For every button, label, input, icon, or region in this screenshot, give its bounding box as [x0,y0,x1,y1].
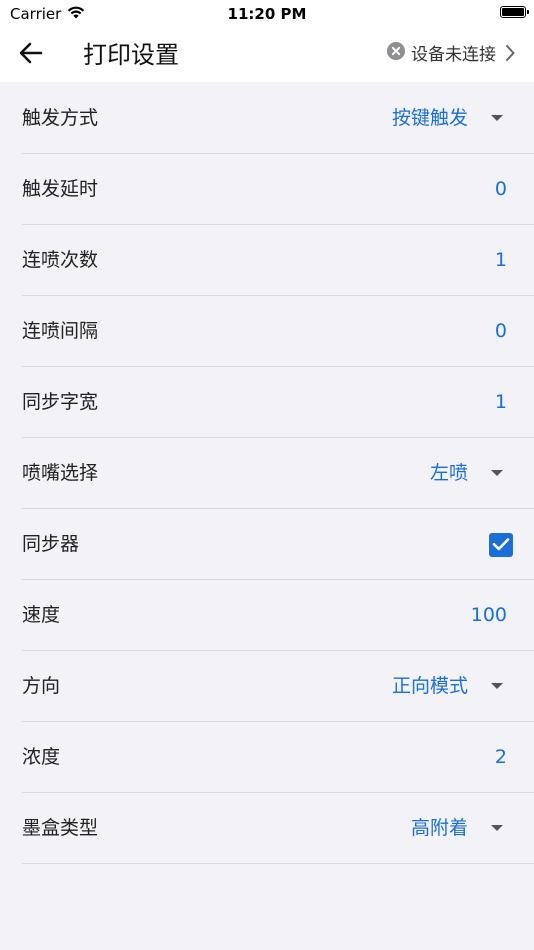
setting-synchronizer[interactable]: 同步器 [0,509,534,580]
settings-list: 触发方式 按键触发 触发延时 0 连喷次数 1 连喷间隔 0 同步字宽 1 喷嘴… [0,83,534,864]
caret-down-icon [491,825,503,831]
setting-speed[interactable]: 速度 100 [0,580,534,651]
device-status-chevron[interactable] [500,44,520,66]
setting-sync-char-width[interactable]: 同步字宽 1 [0,367,534,438]
setting-label: 同步器 [22,533,80,555]
setting-label: 连喷间隔 [22,320,99,342]
disconnected-icon [387,42,405,68]
setting-value: 1 [494,249,507,271]
setting-nozzle-select[interactable]: 喷嘴选择 左喷 [0,438,534,509]
setting-value: 100 [470,604,507,626]
setting-burst-interval[interactable]: 连喷间隔 0 [0,296,534,367]
setting-label: 方向 [22,675,61,697]
setting-label: 速度 [22,604,61,626]
setting-label: 触发延时 [22,178,99,200]
divider [22,863,534,864]
setting-trigger-mode[interactable]: 触发方式 按键触发 [0,83,534,154]
setting-burst-count[interactable]: 连喷次数 1 [0,225,534,296]
page-title: 打印设置 [83,41,179,69]
setting-value: 正向模式 [391,675,468,697]
check-icon [492,536,510,555]
status-bar: Carrier 11:20 PM [0,0,534,28]
status-time: 11:20 PM [227,5,307,23]
caret-down-icon [491,683,503,689]
chevron-right-icon [504,44,516,66]
setting-trigger-delay[interactable]: 触发延时 0 [0,154,534,225]
setting-direction[interactable]: 方向 正向模式 [0,651,534,722]
setting-value: 高附着 [410,817,468,839]
device-status-label: 设备未连接 [411,45,496,65]
setting-value: 按键触发 [391,107,468,129]
setting-value: 左喷 [429,462,468,484]
device-status[interactable]: 设备未连接 [387,42,496,68]
setting-density[interactable]: 浓度 2 [0,722,534,793]
setting-value: 1 [494,391,507,413]
setting-value: 0 [494,320,507,342]
battery-icon [500,6,529,18]
back-button[interactable] [14,39,48,71]
app-bar: 打印设置 设备未连接 [0,28,534,82]
synchronizer-checkbox[interactable] [489,533,513,557]
caret-down-icon [491,115,503,121]
setting-label: 墨盒类型 [22,817,99,839]
setting-cartridge-type[interactable]: 墨盒类型 高附着 [0,793,534,864]
setting-label: 同步字宽 [22,391,99,413]
setting-value: 0 [494,178,507,200]
setting-label: 喷嘴选择 [22,462,99,484]
caret-down-icon [491,470,503,476]
arrow-left-icon [19,42,43,68]
setting-label: 触发方式 [22,107,99,129]
setting-label: 浓度 [22,746,61,768]
setting-label: 连喷次数 [22,249,99,271]
setting-value: 2 [494,746,507,768]
